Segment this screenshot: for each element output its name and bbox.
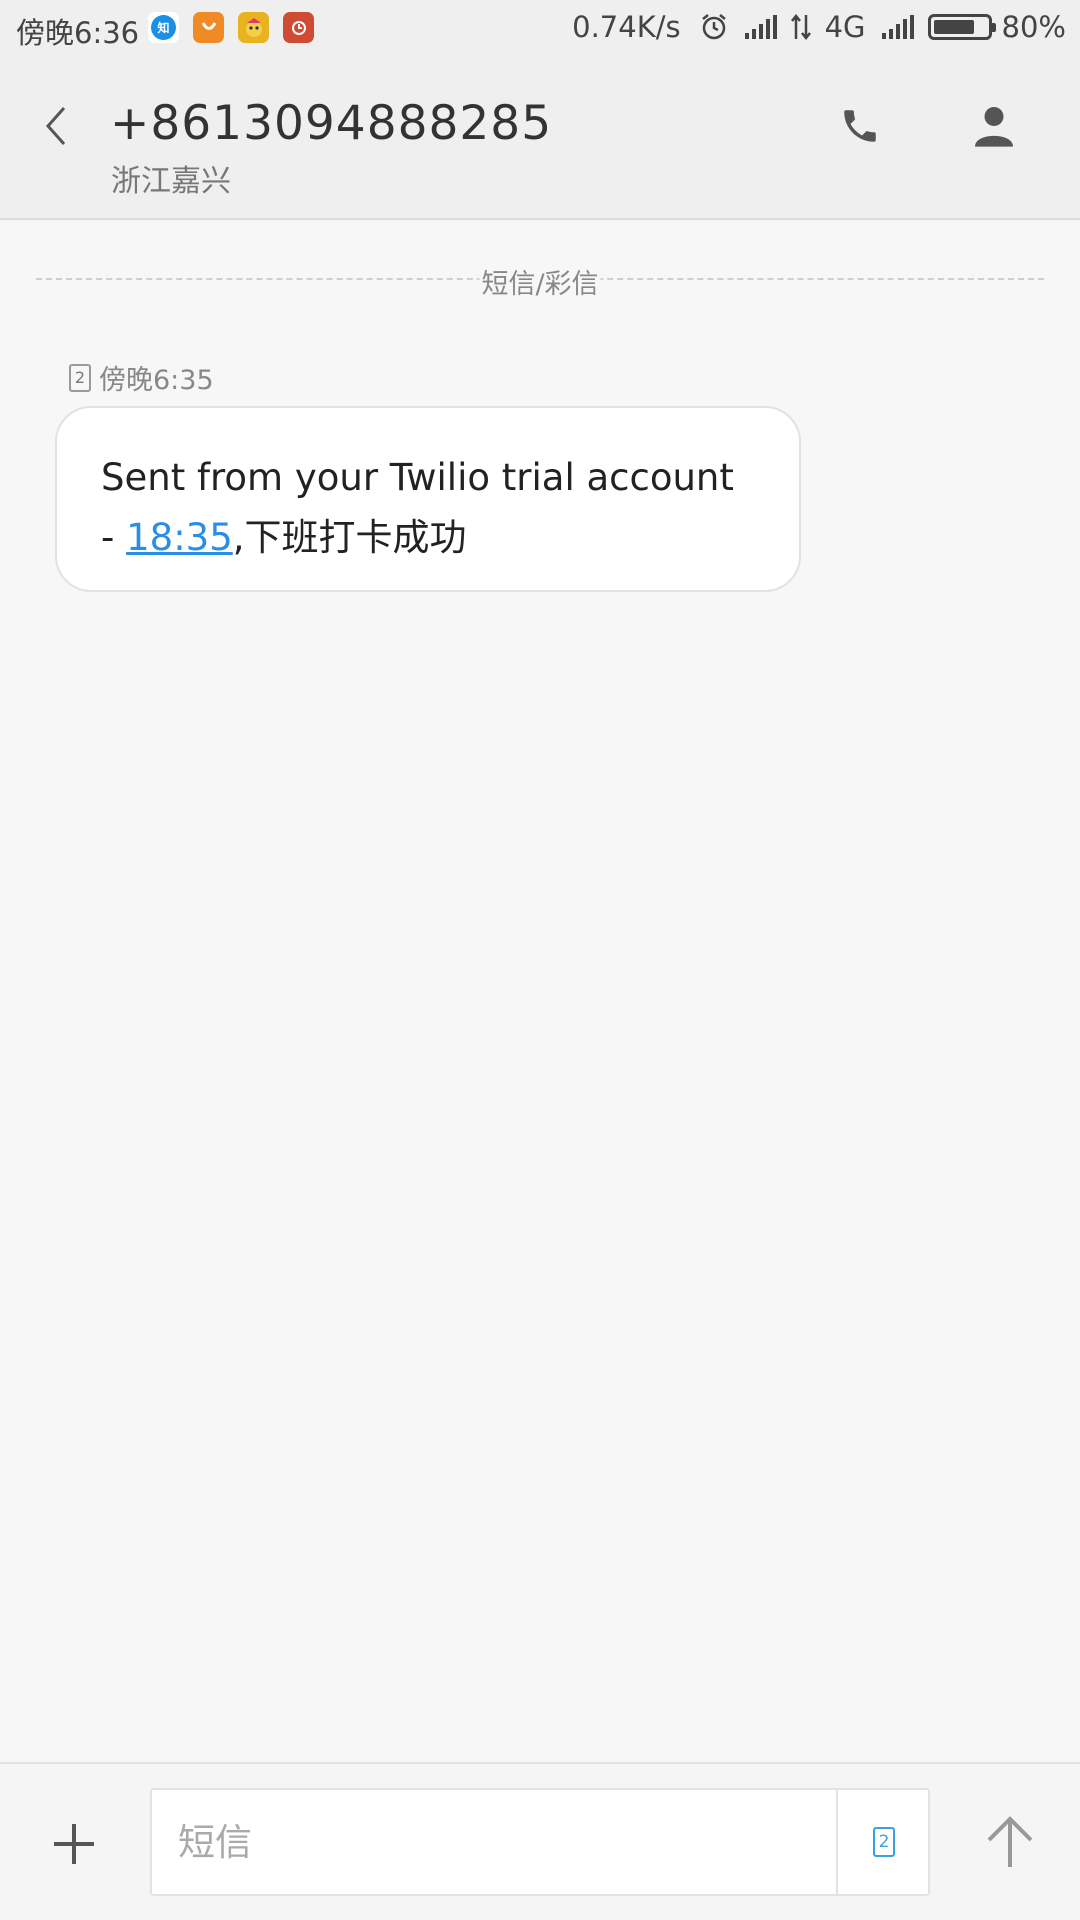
battery-icon bbox=[927, 14, 996, 40]
game-icon bbox=[238, 12, 269, 43]
signal-icon bbox=[743, 15, 777, 39]
status-right: 0.74K/s 4G 80% bbox=[572, 10, 1066, 44]
network-type: 4G bbox=[824, 10, 866, 44]
network-speed: 0.74K/s bbox=[572, 10, 681, 44]
person-icon bbox=[975, 107, 1013, 147]
message-input[interactable] bbox=[152, 1790, 836, 1894]
call-button[interactable] bbox=[834, 98, 886, 154]
send-button[interactable] bbox=[978, 1810, 1042, 1874]
message-time-link[interactable]: 18:35 bbox=[126, 516, 233, 559]
contact-location: 浙江嘉兴 bbox=[111, 164, 231, 199]
notification-icons: 知 bbox=[148, 12, 314, 43]
add-attachment-button[interactable] bbox=[46, 1816, 102, 1872]
message-meta: 2 傍晚6:35 bbox=[69, 358, 214, 397]
red-app-icon bbox=[283, 12, 314, 43]
status-time: 傍晚6:36 bbox=[16, 16, 140, 50]
sim-card-icon: 2 bbox=[69, 363, 91, 392]
message-time: 傍晚6:35 bbox=[99, 365, 214, 396]
conversation-header: +8613094888285 浙江嘉兴 bbox=[0, 56, 1080, 220]
chevron-left-icon bbox=[45, 107, 66, 145]
message-input-box: 2 bbox=[150, 1788, 930, 1896]
alarm-icon bbox=[699, 12, 729, 42]
taobao-icon bbox=[193, 12, 224, 43]
back-button[interactable] bbox=[36, 96, 76, 156]
message-composer: 2 bbox=[0, 1762, 1080, 1920]
divider-label: 短信/彩信 bbox=[479, 262, 601, 301]
battery-percent: 80% bbox=[1001, 10, 1066, 44]
arrow-up-icon bbox=[987, 1816, 1033, 1867]
phone-icon bbox=[844, 110, 876, 142]
status-bar: 傍晚6:36 知 0.74K/s 4G 80% bbox=[0, 0, 1080, 56]
message-text-suffix: ,下班打卡成功 bbox=[232, 516, 467, 559]
sim-select-button[interactable]: 2 bbox=[836, 1790, 930, 1894]
contact-info-button[interactable] bbox=[968, 98, 1020, 154]
contact-phone-number: +8613094888285 bbox=[110, 96, 553, 151]
zhihu-icon: 知 bbox=[148, 12, 179, 43]
message-bubble[interactable]: Sent from your Twilio trial account - 18… bbox=[55, 406, 801, 592]
data-arrows-icon bbox=[790, 13, 811, 41]
message-type-divider: 短信/彩信 bbox=[36, 262, 1044, 301]
signal-icon-2 bbox=[880, 15, 914, 39]
sim-card-icon: 2 bbox=[873, 1827, 895, 1857]
plus-icon bbox=[54, 1824, 94, 1864]
